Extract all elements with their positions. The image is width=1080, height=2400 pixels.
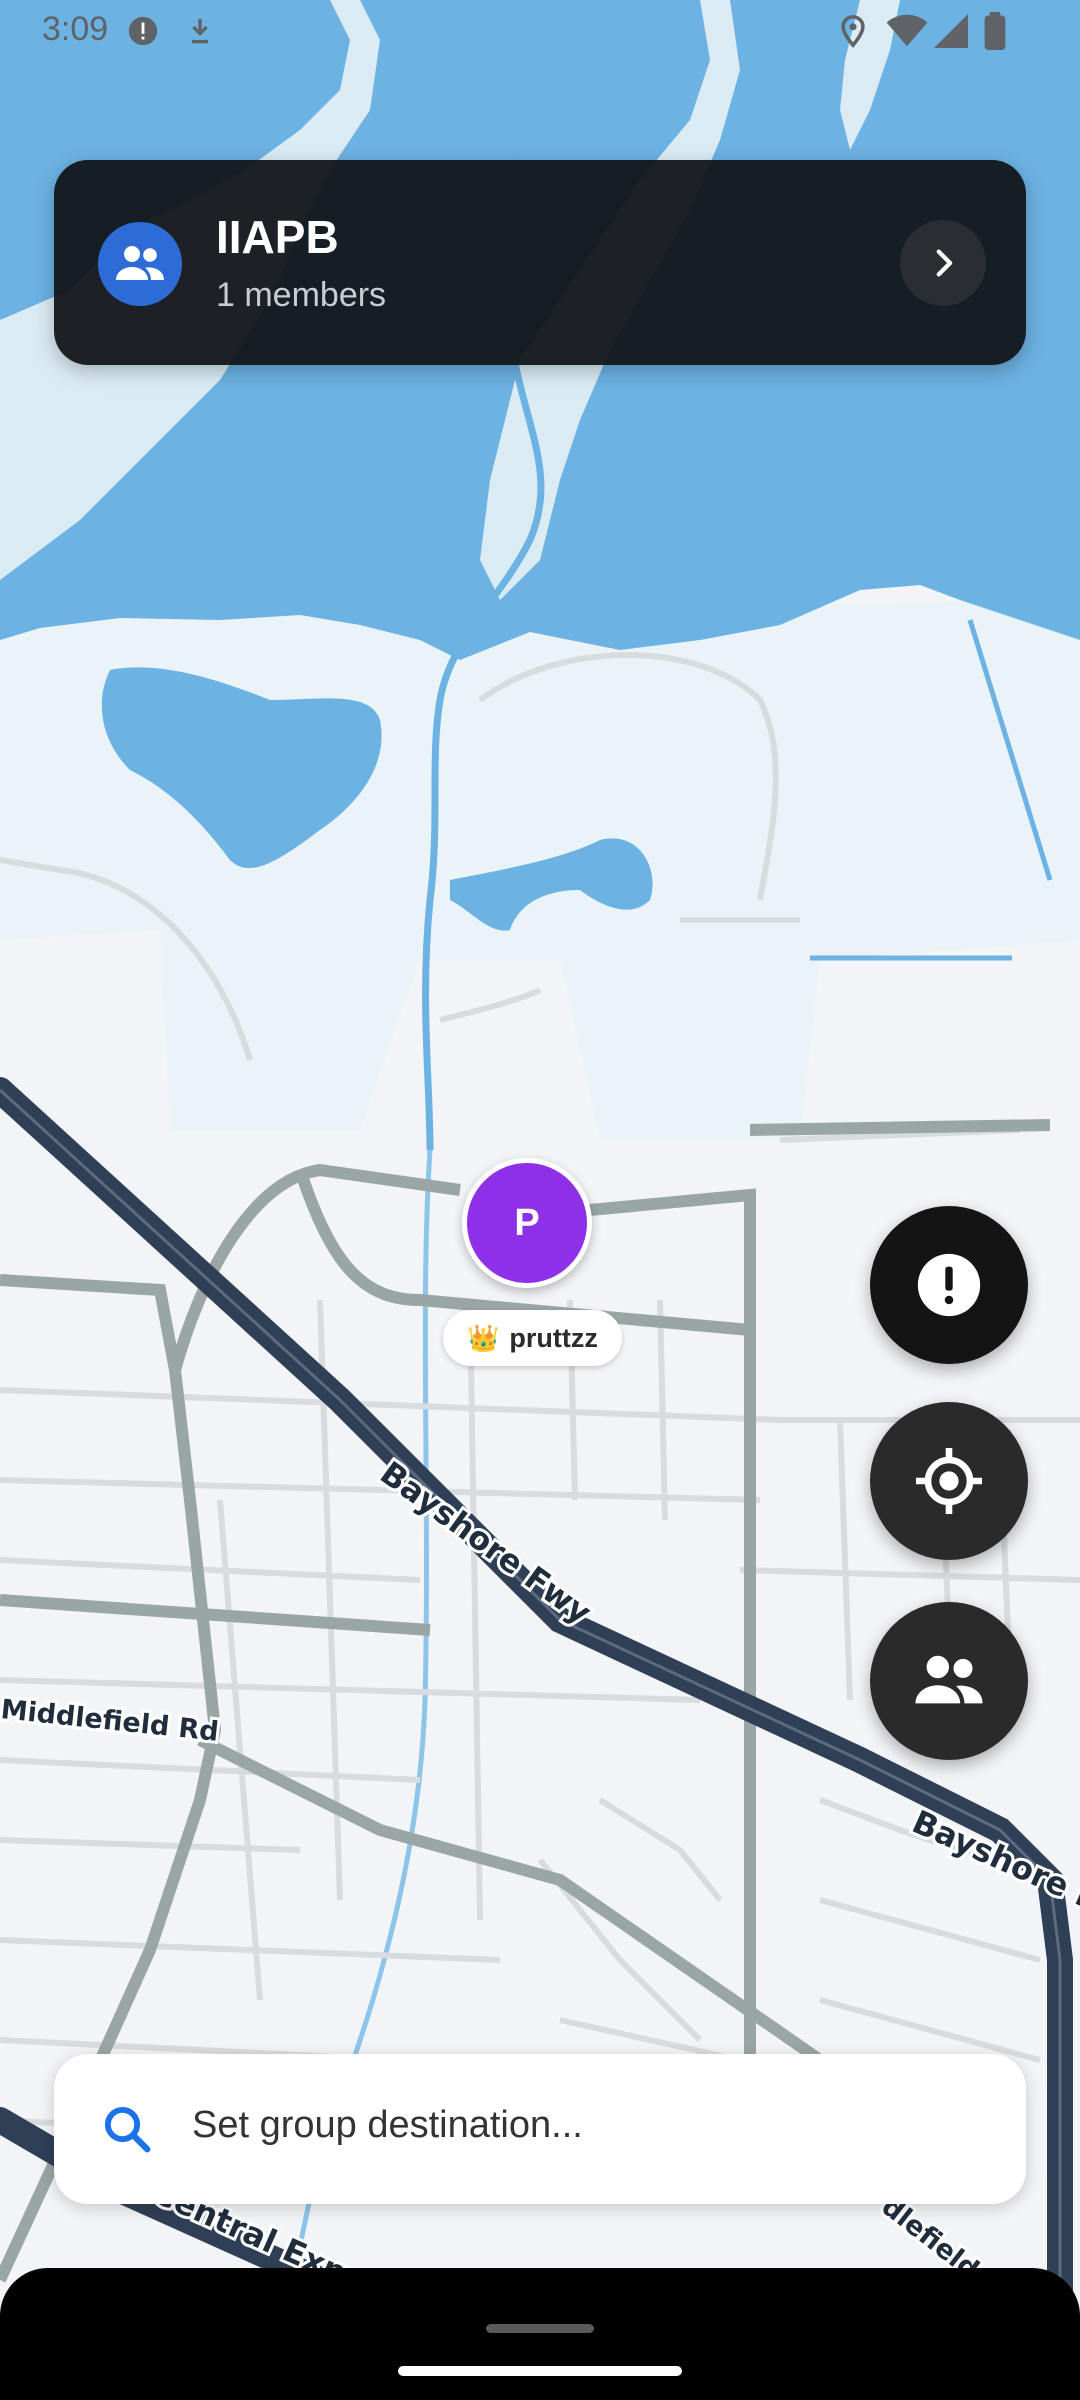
bottom-sheet[interactable] <box>0 2268 1080 2400</box>
status-bar: 3:09 <box>0 0 1080 64</box>
user-name: pruttzz <box>509 1322 598 1353</box>
search-icon <box>104 2106 151 2153</box>
signal-icon <box>934 14 968 48</box>
group-icon <box>116 246 164 280</box>
destination-search-bar[interactable]: Set group destination... <box>54 2054 1026 2204</box>
battery-icon <box>984 12 1006 50</box>
crosshair-icon <box>916 1448 982 1514</box>
group-avatar <box>98 222 182 306</box>
status-time: 3:09 <box>42 10 109 48</box>
gesture-nav-handle[interactable] <box>398 2366 682 2376</box>
open-group-button[interactable] <box>900 220 986 306</box>
group-members-button[interactable] <box>870 1602 1028 1760</box>
my-location-button[interactable] <box>870 1402 1028 1560</box>
group-name: IIAPB <box>216 211 339 263</box>
exclamation-icon <box>917 1253 981 1317</box>
search-placeholder: Set group destination... <box>192 2104 583 2146</box>
alert-circle-icon <box>128 16 158 46</box>
user-location-marker[interactable]: P <box>462 1158 592 1288</box>
user-name-label[interactable]: 👑 pruttzz <box>443 1310 622 1366</box>
group-member-count: 1 members <box>216 276 387 314</box>
user-initial: P <box>514 1201 540 1244</box>
wifi-icon <box>886 14 928 47</box>
group-icon <box>915 1655 983 1704</box>
location-pin-icon <box>841 15 865 48</box>
alert-button[interactable] <box>870 1206 1028 1364</box>
download-arrow-icon <box>192 19 208 44</box>
group-card[interactable]: IIAPB 1 members <box>54 160 1026 365</box>
chevron-right-icon <box>936 249 953 277</box>
crown-icon: 👑 <box>467 1322 500 1353</box>
sheet-drag-handle[interactable] <box>486 2324 594 2333</box>
